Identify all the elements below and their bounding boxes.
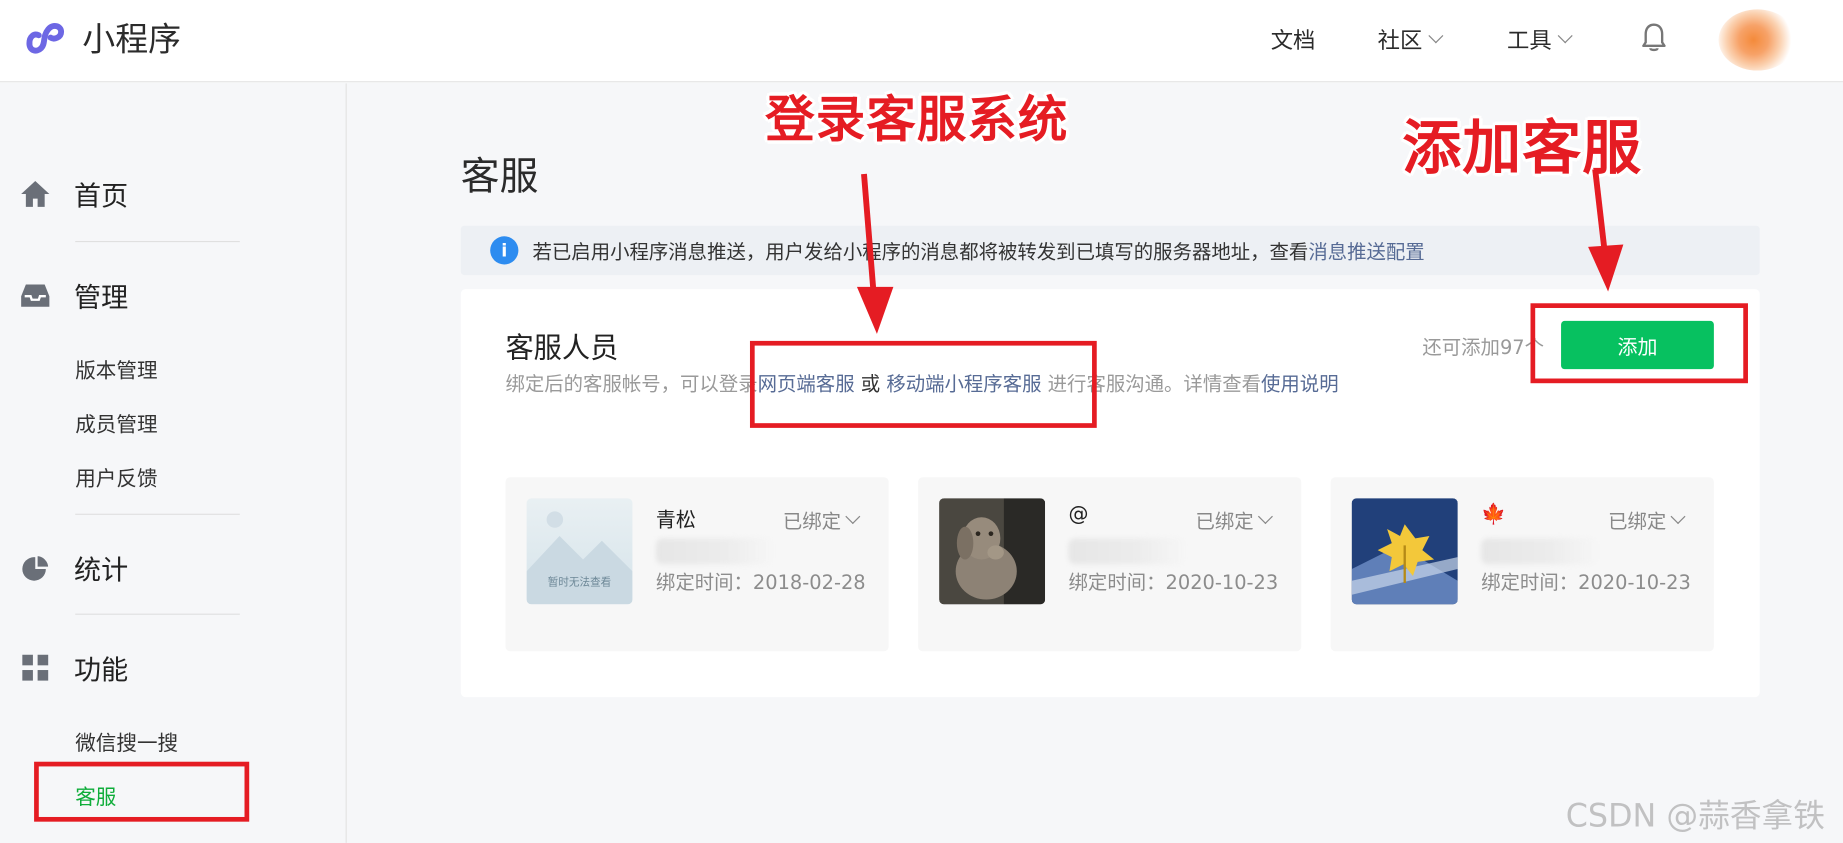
annotation-arrows (856, 168, 1624, 334)
arrow-head-icon (856, 286, 894, 334)
arrow-head-icon (1588, 244, 1624, 292)
watermark: CSDN @蒜香拿铁 (1565, 798, 1826, 835)
